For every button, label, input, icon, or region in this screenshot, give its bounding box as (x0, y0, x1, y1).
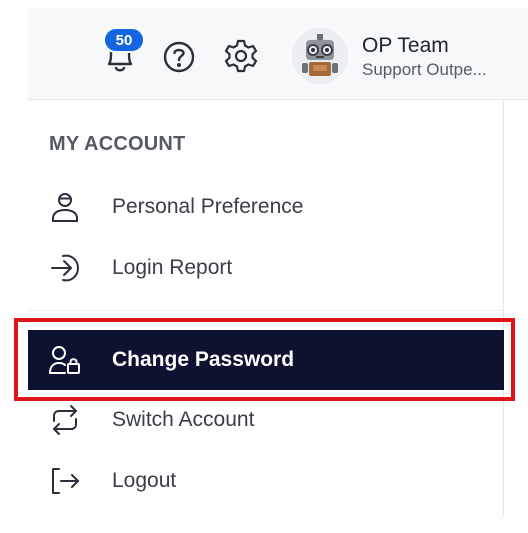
menu-item-personal-preference[interactable]: Personal Preference (28, 179, 504, 235)
logout-icon (48, 464, 82, 498)
user-name[interactable]: OP Team (362, 34, 449, 58)
menu-heading: MY ACCOUNT (49, 133, 186, 155)
user-avatar[interactable] (292, 28, 348, 84)
highlight-box (14, 318, 515, 401)
notification-count-badge: 50 (103, 27, 145, 53)
settings-gear-icon[interactable] (222, 37, 260, 75)
menu-item-label: Login Report (112, 256, 233, 279)
menu-item-login-report[interactable]: Login Report (28, 240, 504, 296)
top-bar: 50 OP Team Support Outpe... (28, 8, 528, 100)
switch-arrows-icon (48, 403, 82, 437)
menu-item-logout[interactable]: Logout (28, 453, 504, 509)
menu-item-label: Logout (112, 469, 177, 492)
help-icon[interactable] (160, 38, 198, 76)
menu-divider (28, 310, 504, 311)
person-icon (48, 190, 82, 224)
account-dropdown-menu: MY ACCOUNT Personal Preference Login Rep… (28, 100, 504, 520)
menu-item-label: Personal Preference (112, 195, 304, 218)
menu-item-label: Switch Account (112, 408, 255, 431)
user-subtitle: Support Outpe... (362, 60, 487, 79)
login-arrow-icon (48, 251, 82, 285)
